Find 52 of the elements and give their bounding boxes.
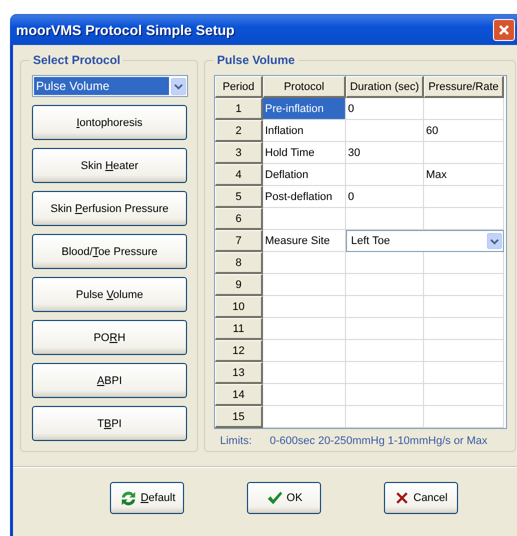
row-header[interactable]: 1 (215, 98, 263, 120)
row-header[interactable]: 5 (215, 186, 263, 208)
protocol-button[interactable]: Skin Heater (32, 148, 187, 183)
row-header[interactable]: 7 (215, 230, 263, 252)
protocol-dropdown[interactable]: Pulse Volume (32, 75, 188, 97)
row-header[interactable]: 6 (215, 208, 263, 230)
check-icon (266, 489, 284, 507)
group-title: Pulse Volume (214, 53, 298, 67)
cancel-button[interactable]: Cancel (384, 482, 458, 514)
table-cell: Inflation (263, 120, 346, 142)
row-header[interactable]: 8 (215, 252, 263, 274)
table-cell: 60 (424, 120, 504, 142)
protocol-button[interactable]: Iontophoresis (32, 105, 187, 140)
row-header[interactable]: 15 (215, 406, 263, 428)
table-cell: Measure Site (263, 230, 346, 252)
cross-icon (394, 490, 410, 506)
ok-button[interactable]: OK (247, 482, 321, 514)
column-header[interactable]: Protocol (263, 76, 346, 98)
table-cell: Hold Time (263, 142, 346, 164)
table-cell: 30 (346, 142, 424, 164)
row-header[interactable]: 9 (215, 274, 263, 296)
group-title: Select Protocol (30, 53, 124, 67)
column-header[interactable]: Pressure/Rate (424, 76, 504, 98)
row-header[interactable]: 2 (215, 120, 263, 142)
protocol-button[interactable]: Blood/Toe Pressure (32, 234, 187, 269)
table-cell: 0 (346, 186, 424, 208)
row-header[interactable]: 4 (215, 164, 263, 186)
row-header[interactable]: 10 (215, 296, 263, 318)
table-cell: Deflation (263, 164, 346, 186)
protocol-button[interactable]: TBPI (32, 406, 187, 441)
row-header[interactable]: 13 (215, 362, 263, 384)
table-cell: Post-deflation (263, 186, 346, 208)
close-icon (498, 24, 510, 36)
default-button[interactable]: Default (110, 482, 184, 514)
column-header[interactable]: Duration (sec) (346, 76, 424, 98)
row-header[interactable]: 3 (215, 142, 263, 164)
limits-label: Limits: (220, 435, 252, 447)
window-title: moorVMS Protocol Simple Setup (16, 22, 235, 38)
close-button[interactable] (493, 19, 515, 41)
table-cell: Max (424, 164, 504, 186)
protocol-button[interactable]: Pulse Volume (32, 277, 187, 312)
protocol-button[interactable]: ABPI (32, 363, 187, 398)
row-header[interactable]: 12 (215, 340, 263, 362)
table-cell: Pre-inflation (263, 98, 346, 120)
row-header[interactable]: 14 (215, 384, 263, 406)
protocol-button[interactable]: Skin Perfusion Pressure (32, 191, 187, 226)
limits-text: 0-600sec 20-250mmHg 1-10mmHg/s or Max (270, 435, 488, 447)
column-header[interactable]: Period (215, 76, 263, 98)
protocol-button[interactable]: PORH (32, 320, 187, 355)
row-header[interactable]: 11 (215, 318, 263, 340)
site-dropdown[interactable]: Left Toe (346, 230, 504, 252)
table-cell: 0 (346, 98, 424, 120)
